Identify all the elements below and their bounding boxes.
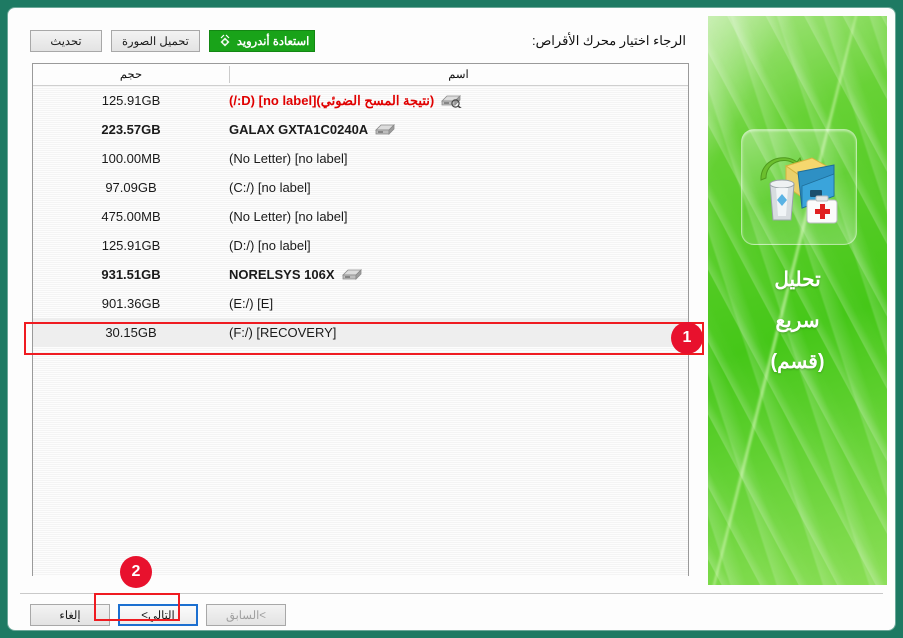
application-window: تحديث تحميل الصورة استعادة أندرويد الرجا… — [8, 8, 895, 630]
drive-name-label: (C:/) [no label] — [229, 180, 311, 195]
back-button[interactable]: >السابق — [206, 604, 286, 626]
drive-name-label: (نتيجة المسح الضوئي)[no label] (D:/) — [229, 92, 435, 108]
drive-list-header: حجم اسم — [33, 64, 688, 86]
drive-name-label: (D:/) [no label] — [229, 238, 311, 253]
table-row[interactable]: 223.57GB GALAX GXTA1C0240A — [33, 115, 688, 144]
drive-name-cell: NORELSYS 106X — [229, 267, 688, 282]
annotation-badge-1: 1 — [671, 322, 703, 354]
main-pane: تحديث تحميل الصورة استعادة أندرويد الرجا… — [8, 8, 883, 630]
sidebar-caption: تحليل سريع (قسم) — [708, 260, 887, 383]
disk-icon — [375, 124, 396, 135]
back-button-label: >السابق — [226, 610, 266, 622]
disk-icon — [341, 269, 362, 280]
sidebar-caption-line-1: تحليل — [774, 269, 821, 291]
drive-name-cell: (E:/) [E] — [229, 296, 688, 311]
load-image-button-label: تحميل الصورة — [122, 36, 189, 48]
drive-name-cell: GALAX GXTA1C0240A — [229, 122, 688, 137]
android-recovery-icon — [217, 34, 232, 48]
sidebar-icon-tile — [741, 129, 857, 245]
drive-size-cell: 931.51GB — [101, 267, 161, 282]
annotation-badge-2: 2 — [120, 556, 152, 588]
table-row[interactable]: 30.15GB (F:/) [RECOVERY] — [33, 318, 688, 347]
drive-name-label: (No Letter) [no label] — [229, 151, 348, 166]
cancel-button-label: إلغاء — [59, 610, 81, 622]
footer-separator — [20, 593, 883, 594]
android-recovery-button-label: استعادة أندرويد — [236, 36, 310, 48]
table-row[interactable]: 125.91GB (نتيجة المسح الضوئي)[no label] (… — [33, 86, 688, 115]
drive-name-label: (F:/) [RECOVERY] — [229, 325, 337, 340]
drive-size-cell: 125.91GB — [101, 93, 161, 108]
drive-size-cell: 30.15GB — [105, 325, 157, 340]
refresh-button-label: تحديث — [50, 36, 82, 48]
drive-name-label: (E:/) [E] — [229, 296, 274, 311]
drive-name-cell: (No Letter) [no label] — [229, 151, 688, 166]
navigation-button-bar: إلغاء التالي> >السابق — [30, 604, 286, 626]
next-button[interactable]: التالي> — [118, 604, 198, 626]
select-drive-prompt: الرجاء اختيار محرك الأقراص: — [531, 33, 686, 48]
recover-files-icon — [760, 156, 838, 224]
drive-name-cell: (نتيجة المسح الضوئي)[no label] (D:/) — [229, 93, 688, 109]
drive-name-cell: (D:/) [no label] — [229, 238, 688, 253]
toolbar: تحديث تحميل الصورة استعادة أندرويد — [30, 30, 316, 52]
drive-name-cell: (No Letter) [no label] — [229, 209, 688, 224]
table-row[interactable]: 125.91GB (D:/) [no label] — [33, 231, 688, 260]
cancel-button[interactable]: إلغاء — [30, 604, 110, 626]
drive-list-rows: 125.91GB (نتيجة المسح الضوئي)[no label] (… — [33, 86, 688, 576]
drive-name-label: GALAX GXTA1C0240A — [229, 122, 369, 137]
table-row[interactable]: 100.00MB (No Letter) [no label] — [33, 144, 688, 173]
table-row[interactable]: 931.51GB NORELSYS 106X — [33, 260, 688, 289]
drive-name-label: (No Letter) [no label] — [229, 209, 348, 224]
drive-name-cell: (F:/) [RECOVERY] — [229, 325, 688, 340]
next-button-label: التالي> — [141, 610, 175, 622]
sidebar-banner: تحليل سريع (قسم) — [708, 16, 887, 585]
android-recovery-button[interactable]: استعادة أندرويد — [208, 30, 316, 52]
drive-name-label: NORELSYS 106X — [229, 267, 335, 282]
drive-list[interactable]: حجم اسم 125.91GB (نتيجة المسح الضوئي)[no … — [32, 63, 689, 576]
refresh-button[interactable]: تحديث — [30, 30, 102, 52]
drive-size-cell: 475.00MB — [101, 209, 161, 224]
drive-size-cell: 125.91GB — [101, 238, 161, 253]
sidebar-caption-line-3: (قسم) — [770, 351, 825, 373]
drive-name-cell: (C:/) [no label] — [229, 180, 688, 195]
disk-scan-icon — [441, 95, 462, 108]
sidebar-caption-line-2: سريع — [775, 310, 820, 332]
drive-size-cell: 100.00MB — [101, 151, 161, 166]
column-header-size[interactable]: حجم — [33, 67, 229, 81]
load-image-button[interactable]: تحميل الصورة — [111, 30, 200, 52]
column-header-name[interactable]: اسم — [229, 67, 688, 81]
table-row[interactable]: 97.09GB (C:/) [no label] — [33, 173, 688, 202]
drive-size-cell: 97.09GB — [105, 180, 157, 195]
drive-size-cell: 901.36GB — [101, 296, 161, 311]
drive-size-cell: 223.57GB — [101, 122, 161, 137]
table-row[interactable]: 475.00MB (No Letter) [no label] — [33, 202, 688, 231]
table-row[interactable]: 901.36GB (E:/) [E] — [33, 289, 688, 318]
